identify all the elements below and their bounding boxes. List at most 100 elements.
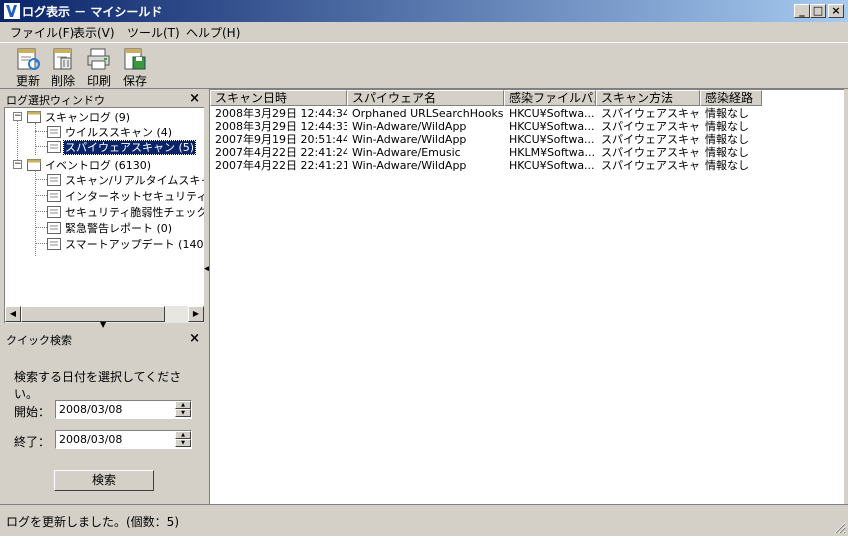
log-file-icon — [47, 141, 61, 153]
cell-scan-method: スパイウェアスキャン — [601, 159, 700, 172]
cell-infected-path: HKCU¥Softwa... — [509, 107, 595, 120]
spin-down-icon[interactable]: ▼ — [175, 439, 191, 447]
end-date-spinner[interactable]: ▲ ▼ — [175, 431, 191, 448]
save-label: 保存 — [122, 74, 147, 88]
printer-icon — [87, 48, 110, 70]
column-scan-method[interactable]: スキャン方法 — [596, 90, 700, 106]
tree-item-scan-log[interactable]: スキャンログ (9) — [27, 109, 131, 124]
pane-splitter-arrow-icon[interactable]: ▼ — [100, 320, 106, 329]
tree-connector — [35, 179, 47, 180]
menu-tools[interactable]: ツール(T) — [127, 24, 180, 41]
column-infected-path[interactable]: 感染ファイルパス — [504, 90, 596, 106]
cell-scan-method: スパイウェアスキャン — [601, 133, 700, 146]
tree-item-event-log[interactable]: イベントログ (6130) — [27, 157, 152, 172]
table-row[interactable]: 2007年4月22日 22:41:21 Win-Adware/WildApp HKC… — [210, 159, 844, 172]
delete-button[interactable]: 削除 — [46, 47, 80, 89]
refresh-label: 更新 — [15, 74, 40, 88]
tree-item-spyware-scan[interactable]: スパイウェアスキャン (5) — [47, 139, 197, 155]
delete-label: 削除 — [50, 74, 75, 88]
log-pane-title: ログ選択ウィンドウ — [6, 94, 105, 107]
close-button[interactable]: × — [828, 4, 844, 18]
spin-up-icon[interactable]: ▲ — [175, 401, 191, 409]
search-button[interactable]: 検索 — [54, 470, 154, 491]
window-title: ログ表示 － マイシールド — [22, 5, 163, 19]
title-bar[interactable]: ログ表示 － マイシールド _ □ × — [0, 0, 848, 22]
end-date-label: 終了： — [14, 435, 51, 449]
log-pane-header: ログ選択ウィンドウ × — [4, 90, 204, 107]
maximize-button[interactable]: □ — [810, 4, 826, 18]
list-header: スキャン日時 スパイウェア名 感染ファイルパス スキャン方法 感染経路 — [210, 90, 844, 106]
scroll-right-icon[interactable]: ▶ — [188, 306, 204, 322]
cell-infected-path: HKCU¥Softwa... — [509, 159, 595, 172]
scan-result-list[interactable]: スキャン日時 スパイウェア名 感染ファイルパス スキャン方法 感染経路 2008… — [209, 89, 844, 504]
cell-scan-datetime: 2008年3月29日 12:44:34 — [215, 107, 347, 120]
menu-help[interactable]: ヘルプ(H) — [186, 24, 240, 41]
cell-scan-datetime: 2007年4月22日 22:41:21 — [215, 159, 347, 172]
table-row[interactable]: 2007年4月22日 22:41:24 Win-Adware/Emusic HKLM… — [210, 146, 844, 159]
save-icon — [124, 48, 146, 70]
status-text: ログを更新しました。(個数：5) — [6, 515, 179, 529]
resize-grip-icon[interactable] — [833, 521, 846, 534]
column-spyware-name[interactable]: スパイウェア名 — [347, 90, 504, 106]
tree-item-realtime-scan[interactable]: スキャン/リアルタイムスキャン — [47, 172, 204, 187]
print-button[interactable]: 印刷 — [82, 47, 116, 89]
cell-infection-route: 情報なし — [705, 133, 749, 146]
tree-item-smart-update[interactable]: スマートアップデート (140) — [47, 236, 204, 251]
refresh-button[interactable]: 更新 — [11, 47, 45, 89]
cell-infected-path: HKLM¥Softwa... — [509, 146, 596, 159]
cell-infection-route: 情報なし — [705, 120, 749, 133]
cell-scan-datetime: 2008年3月29日 12:44:33 — [215, 120, 347, 133]
quick-search-header: クイック検索 × — [4, 330, 204, 347]
quick-search-close-icon[interactable]: × — [189, 331, 200, 346]
tree-item-emergency-report[interactable]: 緊急警告レポート (0) — [47, 220, 173, 235]
cell-spyware-name: Orphaned URLSearchHooks — [352, 107, 504, 120]
cell-infected-path: HKCU¥Softwa... — [509, 120, 595, 133]
save-button[interactable]: 保存 — [118, 47, 152, 89]
refresh-icon — [17, 48, 40, 70]
tree-item-vulnerability-check[interactable]: セキュリティ脆弱性チェック (3) — [47, 204, 204, 219]
quick-search-title: クイック検索 — [6, 334, 72, 347]
table-row[interactable]: 2007年9月19日 20:51:44 Win-Adware/WildApp HKC… — [210, 133, 844, 146]
collapse-scanlog-icon[interactable]: − — [13, 112, 22, 121]
spin-down-icon[interactable]: ▼ — [175, 409, 191, 417]
log-tree[interactable]: − スキャンログ (9) ウイルススキャン (4) スパイウェアスキャン (5)… — [4, 107, 204, 306]
column-scan-datetime[interactable]: スキャン日時 — [210, 90, 347, 106]
end-date-value: 2008/03/08 — [59, 433, 123, 446]
tree-connector — [35, 131, 47, 132]
cell-spyware-name: Win-Adware/WildApp — [352, 133, 467, 146]
toolbar: 更新 削除 印刷 保存 — [0, 42, 848, 89]
log-file-icon — [47, 174, 61, 186]
app-shield-icon — [4, 3, 20, 19]
tree-connector — [35, 195, 47, 196]
minimize-button[interactable]: _ — [794, 4, 810, 18]
log-folder-icon — [27, 111, 41, 123]
cell-scan-method: スパイウェアスキャン — [601, 107, 700, 120]
menu-bar: ファイル(F) 表示(V) ツール(T) ヘルプ(H) — [0, 22, 848, 42]
log-file-icon — [47, 190, 61, 202]
column-infection-route[interactable]: 感染経路 — [700, 90, 762, 106]
start-date-spinner[interactable]: ▲ ▼ — [175, 401, 191, 418]
cell-infection-route: 情報なし — [705, 146, 749, 159]
tree-item-internet-security[interactable]: インターネットセキュリティ (315 — [47, 188, 204, 203]
log-folder-icon — [27, 159, 41, 171]
menu-file[interactable]: ファイル(F) — [10, 24, 74, 41]
collapse-eventlog-icon[interactable]: − — [13, 160, 22, 169]
end-date-picker[interactable]: 2008/03/08 ▲ ▼ — [55, 430, 192, 449]
scroll-left-icon[interactable]: ◀ — [5, 306, 21, 322]
cell-scan-method: スパイウェアスキャン — [601, 146, 700, 159]
table-row[interactable]: 2008年3月29日 12:44:34 Orphaned URLSearchHoo… — [210, 107, 844, 120]
tree-item-virus-scan[interactable]: ウイルススキャン (4) — [47, 124, 173, 139]
table-row[interactable]: 2008年3月29日 12:44:33 Win-Adware/WildApp HKC… — [210, 120, 844, 133]
scrollbar-thumb[interactable] — [21, 306, 165, 322]
menu-view[interactable]: 表示(V) — [73, 24, 115, 41]
tree-connector — [35, 243, 47, 244]
start-date-picker[interactable]: 2008/03/08 ▲ ▼ — [55, 400, 192, 419]
log-file-icon — [47, 126, 61, 138]
tree-connector — [35, 211, 47, 212]
spin-up-icon[interactable]: ▲ — [175, 431, 191, 439]
print-label: 印刷 — [86, 74, 111, 88]
tree-connector — [35, 146, 47, 147]
tree-connector — [35, 227, 47, 228]
log-pane-close-icon[interactable]: × — [189, 91, 200, 106]
quick-search-pane: 検索する日付を選択してください。 開始： 2008/03/08 ▲ ▼ 終了： 2… — [4, 348, 204, 504]
